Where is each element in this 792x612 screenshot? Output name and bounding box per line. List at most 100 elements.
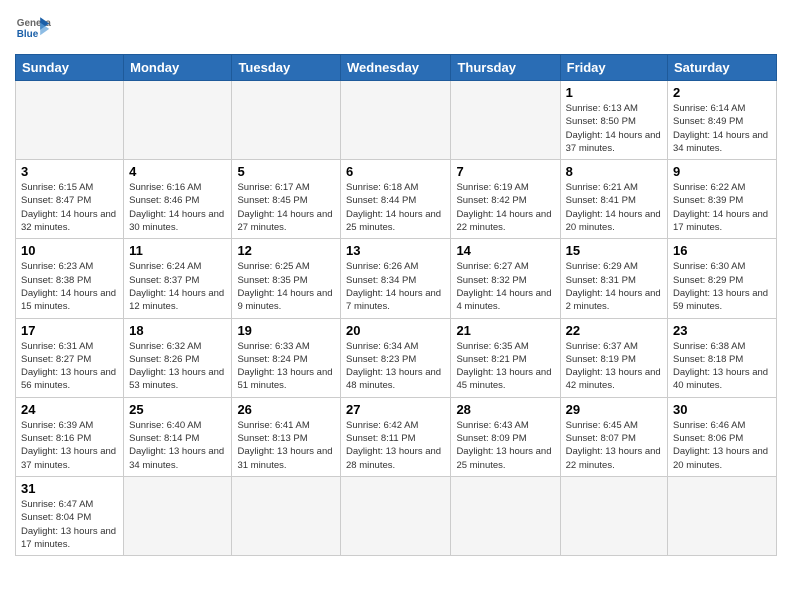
weekday-header-saturday: Saturday	[668, 55, 777, 81]
calendar-cell: 15Sunrise: 6:29 AM Sunset: 8:31 PM Dayli…	[560, 239, 667, 318]
calendar-cell: 10Sunrise: 6:23 AM Sunset: 8:38 PM Dayli…	[16, 239, 124, 318]
weekday-header-sunday: Sunday	[16, 55, 124, 81]
day-number: 29	[566, 402, 662, 417]
day-info: Sunrise: 6:46 AM Sunset: 8:06 PM Dayligh…	[673, 419, 771, 472]
day-info: Sunrise: 6:16 AM Sunset: 8:46 PM Dayligh…	[129, 181, 226, 234]
week-row-5: 24 Sunrise: 6:39 AM Sunset: 8:16 PM Dayli…	[16, 397, 777, 476]
logo: General Blue	[15, 10, 51, 46]
day-number: 8	[566, 164, 662, 179]
day-number: 16	[673, 243, 771, 258]
day-info: Sunrise: 6:45 AM Sunset: 8:07 PM Dayligh…	[566, 419, 662, 472]
day-info: Sunrise: 6:42 AM Sunset: 8:11 PM Dayligh…	[346, 419, 445, 472]
day-info: Sunrise: 6:26 AM Sunset: 8:34 PM Dayligh…	[346, 260, 445, 313]
week-row-2: 3Sunrise: 6:15 AM Sunset: 8:47 PM Daylig…	[16, 160, 777, 239]
day-number: 12	[237, 243, 335, 258]
day-info: Sunrise: 6:38 AM Sunset: 8:18 PM Dayligh…	[673, 340, 771, 393]
calendar-cell: 30 Sunrise: 6:46 AM Sunset: 8:06 PM Dayli…	[668, 397, 777, 476]
calendar-cell: 26 Sunrise: 6:41 AM Sunset: 8:13 PM Dayli…	[232, 397, 341, 476]
calendar-cell	[451, 476, 560, 555]
day-info: Sunrise: 6:27 AM Sunset: 8:32 PM Dayligh…	[456, 260, 554, 313]
day-info: Sunrise: 6:32 AM Sunset: 8:26 PM Dayligh…	[129, 340, 226, 393]
weekday-header-friday: Friday	[560, 55, 667, 81]
calendar-cell: 18Sunrise: 6:32 AM Sunset: 8:26 PM Dayli…	[124, 318, 232, 397]
day-info: Sunrise: 6:22 AM Sunset: 8:39 PM Dayligh…	[673, 181, 771, 234]
day-info: Sunrise: 6:33 AM Sunset: 8:24 PM Dayligh…	[237, 340, 335, 393]
calendar-cell: 1 Sunrise: 6:13 AM Sunset: 8:50 PM Daylig…	[560, 81, 667, 160]
calendar-cell: 21Sunrise: 6:35 AM Sunset: 8:21 PM Dayli…	[451, 318, 560, 397]
weekday-header-row: SundayMondayTuesdayWednesdayThursdayFrid…	[16, 55, 777, 81]
day-info: Sunrise: 6:30 AM Sunset: 8:29 PM Dayligh…	[673, 260, 771, 313]
day-info: Sunrise: 6:15 AM Sunset: 8:47 PM Dayligh…	[21, 181, 118, 234]
day-number: 22	[566, 323, 662, 338]
calendar-cell: 11Sunrise: 6:24 AM Sunset: 8:37 PM Dayli…	[124, 239, 232, 318]
day-number: 17	[21, 323, 118, 338]
day-number: 20	[346, 323, 445, 338]
day-number: 24	[21, 402, 118, 417]
day-info: Sunrise: 6:17 AM Sunset: 8:45 PM Dayligh…	[237, 181, 335, 234]
day-number: 6	[346, 164, 445, 179]
day-info: Sunrise: 6:41 AM Sunset: 8:13 PM Dayligh…	[237, 419, 335, 472]
calendar-cell: 14 Sunrise: 6:27 AM Sunset: 8:32 PM Dayli…	[451, 239, 560, 318]
day-number: 26	[237, 402, 335, 417]
day-info: Sunrise: 6:39 AM Sunset: 8:16 PM Dayligh…	[21, 419, 118, 472]
page: General Blue SundayMondayTuesdayWednesda…	[0, 0, 792, 612]
header: General Blue	[15, 10, 777, 46]
day-info: Sunrise: 6:34 AM Sunset: 8:23 PM Dayligh…	[346, 340, 445, 393]
day-info: Sunrise: 6:19 AM Sunset: 8:42 PM Dayligh…	[456, 181, 554, 234]
calendar-cell: 31 Sunrise: 6:47 AM Sunset: 8:04 PM Dayli…	[16, 476, 124, 555]
day-info: Sunrise: 6:23 AM Sunset: 8:38 PM Dayligh…	[21, 260, 118, 313]
calendar-cell	[232, 476, 341, 555]
day-info: Sunrise: 6:18 AM Sunset: 8:44 PM Dayligh…	[346, 181, 445, 234]
day-number: 25	[129, 402, 226, 417]
day-info: Sunrise: 6:47 AM Sunset: 8:04 PM Dayligh…	[21, 498, 118, 551]
calendar-cell: 9 Sunrise: 6:22 AM Sunset: 8:39 PM Daylig…	[668, 160, 777, 239]
day-info: Sunrise: 6:25 AM Sunset: 8:35 PM Dayligh…	[237, 260, 335, 313]
day-number: 28	[456, 402, 554, 417]
day-number: 31	[21, 481, 118, 496]
week-row-1: 1 Sunrise: 6:13 AM Sunset: 8:50 PM Daylig…	[16, 81, 777, 160]
generalblue-logo-icon: General Blue	[15, 10, 51, 46]
calendar-cell: 16 Sunrise: 6:30 AM Sunset: 8:29 PM Dayli…	[668, 239, 777, 318]
day-number: 27	[346, 402, 445, 417]
calendar-cell: 28 Sunrise: 6:43 AM Sunset: 8:09 PM Dayli…	[451, 397, 560, 476]
day-info: Sunrise: 6:31 AM Sunset: 8:27 PM Dayligh…	[21, 340, 118, 393]
day-number: 9	[673, 164, 771, 179]
calendar-cell: 6 Sunrise: 6:18 AM Sunset: 8:44 PM Daylig…	[341, 160, 451, 239]
week-row-4: 17 Sunrise: 6:31 AM Sunset: 8:27 PM Dayli…	[16, 318, 777, 397]
day-number: 30	[673, 402, 771, 417]
day-info: Sunrise: 6:43 AM Sunset: 8:09 PM Dayligh…	[456, 419, 554, 472]
day-info: Sunrise: 6:13 AM Sunset: 8:50 PM Dayligh…	[566, 102, 662, 155]
calendar-cell: 12 Sunrise: 6:25 AM Sunset: 8:35 PM Dayli…	[232, 239, 341, 318]
day-number: 7	[456, 164, 554, 179]
calendar-cell: 19Sunrise: 6:33 AM Sunset: 8:24 PM Dayli…	[232, 318, 341, 397]
calendar-cell	[668, 476, 777, 555]
day-number: 23	[673, 323, 771, 338]
calendar-cell: 4Sunrise: 6:16 AM Sunset: 8:46 PM Daylig…	[124, 160, 232, 239]
calendar-cell: 7 Sunrise: 6:19 AM Sunset: 8:42 PM Daylig…	[451, 160, 560, 239]
day-number: 15	[566, 243, 662, 258]
calendar-cell: 5 Sunrise: 6:17 AM Sunset: 8:45 PM Daylig…	[232, 160, 341, 239]
week-row-3: 10Sunrise: 6:23 AM Sunset: 8:38 PM Dayli…	[16, 239, 777, 318]
calendar-cell: 23 Sunrise: 6:38 AM Sunset: 8:18 PM Dayli…	[668, 318, 777, 397]
calendar-cell: 8Sunrise: 6:21 AM Sunset: 8:41 PM Daylig…	[560, 160, 667, 239]
calendar-table: SundayMondayTuesdayWednesdayThursdayFrid…	[15, 54, 777, 556]
calendar-cell: 17 Sunrise: 6:31 AM Sunset: 8:27 PM Dayli…	[16, 318, 124, 397]
calendar-cell: 2 Sunrise: 6:14 AM Sunset: 8:49 PM Daylig…	[668, 81, 777, 160]
calendar-cell: 29 Sunrise: 6:45 AM Sunset: 8:07 PM Dayli…	[560, 397, 667, 476]
day-number: 2	[673, 85, 771, 100]
day-info: Sunrise: 6:24 AM Sunset: 8:37 PM Dayligh…	[129, 260, 226, 313]
calendar-cell	[232, 81, 341, 160]
svg-text:Blue: Blue	[17, 29, 39, 40]
day-number: 5	[237, 164, 335, 179]
calendar-cell	[341, 476, 451, 555]
day-number: 13	[346, 243, 445, 258]
day-number: 14	[456, 243, 554, 258]
day-info: Sunrise: 6:14 AM Sunset: 8:49 PM Dayligh…	[673, 102, 771, 155]
day-info: Sunrise: 6:40 AM Sunset: 8:14 PM Dayligh…	[129, 419, 226, 472]
calendar-cell: 22Sunrise: 6:37 AM Sunset: 8:19 PM Dayli…	[560, 318, 667, 397]
weekday-header-thursday: Thursday	[451, 55, 560, 81]
calendar-cell: 20 Sunrise: 6:34 AM Sunset: 8:23 PM Dayli…	[341, 318, 451, 397]
day-number: 21	[456, 323, 554, 338]
day-number: 1	[566, 85, 662, 100]
calendar-cell: 27 Sunrise: 6:42 AM Sunset: 8:11 PM Dayli…	[341, 397, 451, 476]
